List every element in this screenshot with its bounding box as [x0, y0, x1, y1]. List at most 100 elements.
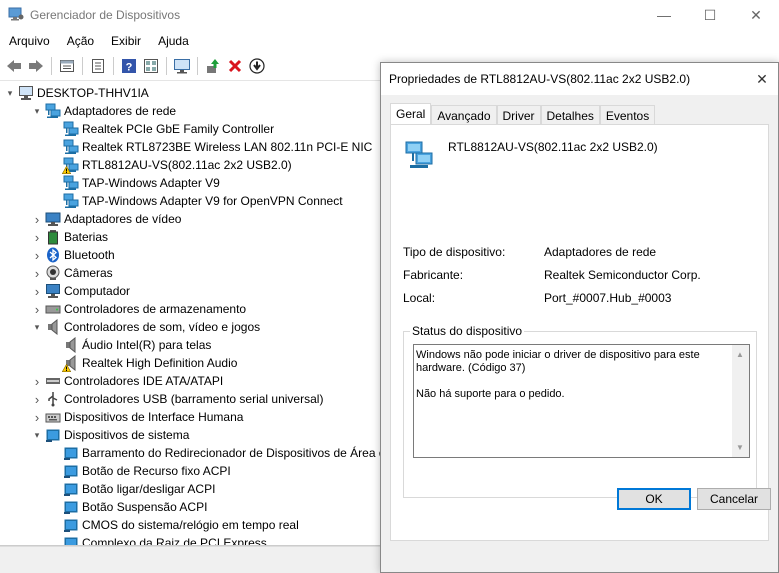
menu-ajuda[interactable]: Ajuda: [149, 31, 197, 51]
collapse-chevron-icon[interactable]: ▾: [31, 102, 43, 120]
maximize-button[interactable]: ☐: [687, 0, 733, 30]
tree-category[interactable]: › Bluetooth: [31, 246, 115, 264]
properties-icon[interactable]: [56, 55, 78, 77]
scroll-up-icon[interactable]: ▲: [736, 348, 744, 361]
device-status-title: Status do dispositivo: [410, 324, 525, 338]
system-device-icon: [63, 517, 79, 533]
tab-avancado[interactable]: Avançado: [431, 105, 497, 125]
tree-category[interactable]: › Controladores de armazenamento: [31, 300, 246, 318]
svg-text:?: ?: [126, 62, 133, 74]
dialog-close-button[interactable]: ✕: [752, 69, 772, 89]
location-value: Port_#0007.Hub_#0003: [544, 291, 672, 305]
show-hide-icon[interactable]: [87, 55, 109, 77]
update-driver-icon[interactable]: [202, 55, 224, 77]
tab-detalhes[interactable]: Detalhes: [540, 105, 600, 125]
tree-category[interactable]: › Computador: [31, 282, 130, 300]
device-tree[interactable]: ▾ DESKTOP-THHV1IA ▾ Adaptadores de rede Re…: [0, 80, 390, 545]
tree-category[interactable]: › Controladores USB (barramento serial un…: [31, 390, 323, 408]
tree-item-label: CMOS do sistema/relógio em tempo real: [82, 518, 299, 532]
minimize-button[interactable]: —: [641, 0, 687, 30]
tree-device[interactable]: Botão de Recurso fixo ACPI: [49, 462, 231, 480]
tree-category[interactable]: ▾ Adaptadores de rede: [31, 102, 176, 120]
properties-dialog: Propriedades de RTL8812AU-VS(802.11ac 2x…: [380, 62, 779, 573]
tab-eventos[interactable]: Eventos: [599, 105, 656, 125]
menu-arquivo[interactable]: Arquivo: [0, 31, 58, 51]
tree-category[interactable]: ▾ Dispositivos de sistema: [31, 426, 189, 444]
tree-device[interactable]: Realtek PCIe GbE Family Controller: [49, 120, 274, 138]
tree-item-label: Botão Suspensão ACPI: [82, 500, 208, 514]
tree-device[interactable]: Botão Suspensão ACPI: [49, 498, 207, 516]
expand-chevron-icon[interactable]: ›: [31, 264, 43, 282]
help-icon[interactable]: ?: [118, 55, 140, 77]
cancel-button[interactable]: Cancelar: [697, 488, 771, 510]
tree-category[interactable]: ▾ Controladores de som, vídeo e jogos: [31, 318, 260, 336]
tree-item-label: Dispositivos de sistema: [64, 428, 190, 442]
scan-hardware-icon[interactable]: [171, 55, 193, 77]
tree-category[interactable]: › Dispositivos de Interface Humana: [31, 408, 244, 426]
tree-item-label: Botão de Recurso fixo ACPI: [82, 464, 231, 478]
vertical-scrollbar[interactable]: ▲ ▼: [732, 345, 749, 457]
tree-category[interactable]: › Câmeras: [31, 264, 113, 282]
expand-chevron-icon[interactable]: ›: [31, 228, 43, 246]
view-icon[interactable]: [140, 55, 162, 77]
menu-acao[interactable]: Ação: [58, 31, 102, 51]
expand-chevron-icon[interactable]: ›: [31, 372, 43, 390]
tree-device[interactable]: TAP-Windows Adapter V9 for OpenVPN Conne…: [49, 192, 343, 210]
expand-chevron-icon[interactable]: ›: [31, 390, 43, 408]
tree-root[interactable]: ▾ DESKTOP-THHV1IA: [4, 84, 149, 102]
tab-driver[interactable]: Driver: [496, 105, 541, 125]
expand-chevron-icon[interactable]: ›: [31, 210, 43, 228]
tree-item-label: Realtek PCIe GbE Family Controller: [82, 122, 275, 136]
device-status-textbox[interactable]: Windows não pode iniciar o driver de dis…: [413, 344, 750, 458]
expand-chevron-icon[interactable]: ›: [31, 300, 43, 318]
tree-device[interactable]: RTL8812AU-VS(802.11ac 2x2 USB2.0): [49, 156, 292, 174]
tree-device[interactable]: CMOS do sistema/relógio em tempo real: [49, 516, 299, 534]
camera-icon: [45, 265, 61, 281]
expand-chevron-icon[interactable]: ›: [31, 282, 43, 300]
tree-category[interactable]: › Baterias: [31, 228, 108, 246]
system-device-icon: [63, 499, 79, 515]
collapse-chevron-icon[interactable]: ▾: [4, 84, 16, 102]
tree-device[interactable]: Realtek RTL8723BE Wireless LAN 802.11n P…: [49, 138, 372, 156]
tree-device[interactable]: Áudio Intel(R) para telas: [49, 336, 211, 354]
download-icon[interactable]: [246, 55, 268, 77]
back-arrow-icon[interactable]: [3, 55, 25, 77]
uninstall-icon[interactable]: [224, 55, 246, 77]
close-button[interactable]: ✕: [733, 0, 779, 30]
tree-item-label: Bluetooth: [64, 248, 115, 262]
tree-device[interactable]: Complexo da Raiz de PCI Express: [49, 534, 267, 545]
tree-device[interactable]: TAP-Windows Adapter V9: [49, 174, 220, 192]
title-bar[interactable]: Gerenciador de Dispositivos — ☐ ✕: [0, 0, 779, 30]
expand-chevron-icon[interactable]: ›: [31, 408, 43, 426]
tree-item-label: Barramento do Redirecionador de Disposit…: [82, 446, 386, 460]
dialog-title-bar[interactable]: Propriedades de RTL8812AU-VS(802.11ac 2x…: [381, 63, 778, 95]
tab-geral[interactable]: Geral: [390, 103, 432, 125]
display-adapter-icon: [45, 211, 61, 227]
ok-button[interactable]: OK: [617, 488, 691, 510]
system-device-icon: [63, 535, 79, 545]
tree-device[interactable]: Botão ligar/desligar ACPI: [49, 480, 215, 498]
collapse-chevron-icon[interactable]: ▾: [31, 318, 43, 336]
system-device-icon: [63, 481, 79, 497]
tree-item-label: Controladores USB (barramento serial uni…: [64, 392, 324, 406]
tree-category[interactable]: › Controladores IDE ATA/ATAPI: [31, 372, 223, 390]
tree-device[interactable]: Barramento do Redirecionador de Disposit…: [49, 444, 386, 462]
system-device-icon: [63, 463, 79, 479]
expand-chevron-icon[interactable]: ›: [31, 246, 43, 264]
device-type-label: Tipo de dispositivo:: [403, 245, 506, 259]
scroll-down-icon[interactable]: ▼: [736, 441, 744, 454]
tree-device[interactable]: Realtek High Definition Audio: [49, 354, 237, 372]
collapse-chevron-icon[interactable]: ▾: [31, 426, 43, 444]
forward-arrow-icon[interactable]: [25, 55, 47, 77]
tree-category[interactable]: › Adaptadores de vídeo: [31, 210, 182, 228]
status-message: Windows não pode iniciar o driver de dis…: [416, 349, 700, 374]
menu-exibir[interactable]: Exibir: [102, 31, 149, 51]
